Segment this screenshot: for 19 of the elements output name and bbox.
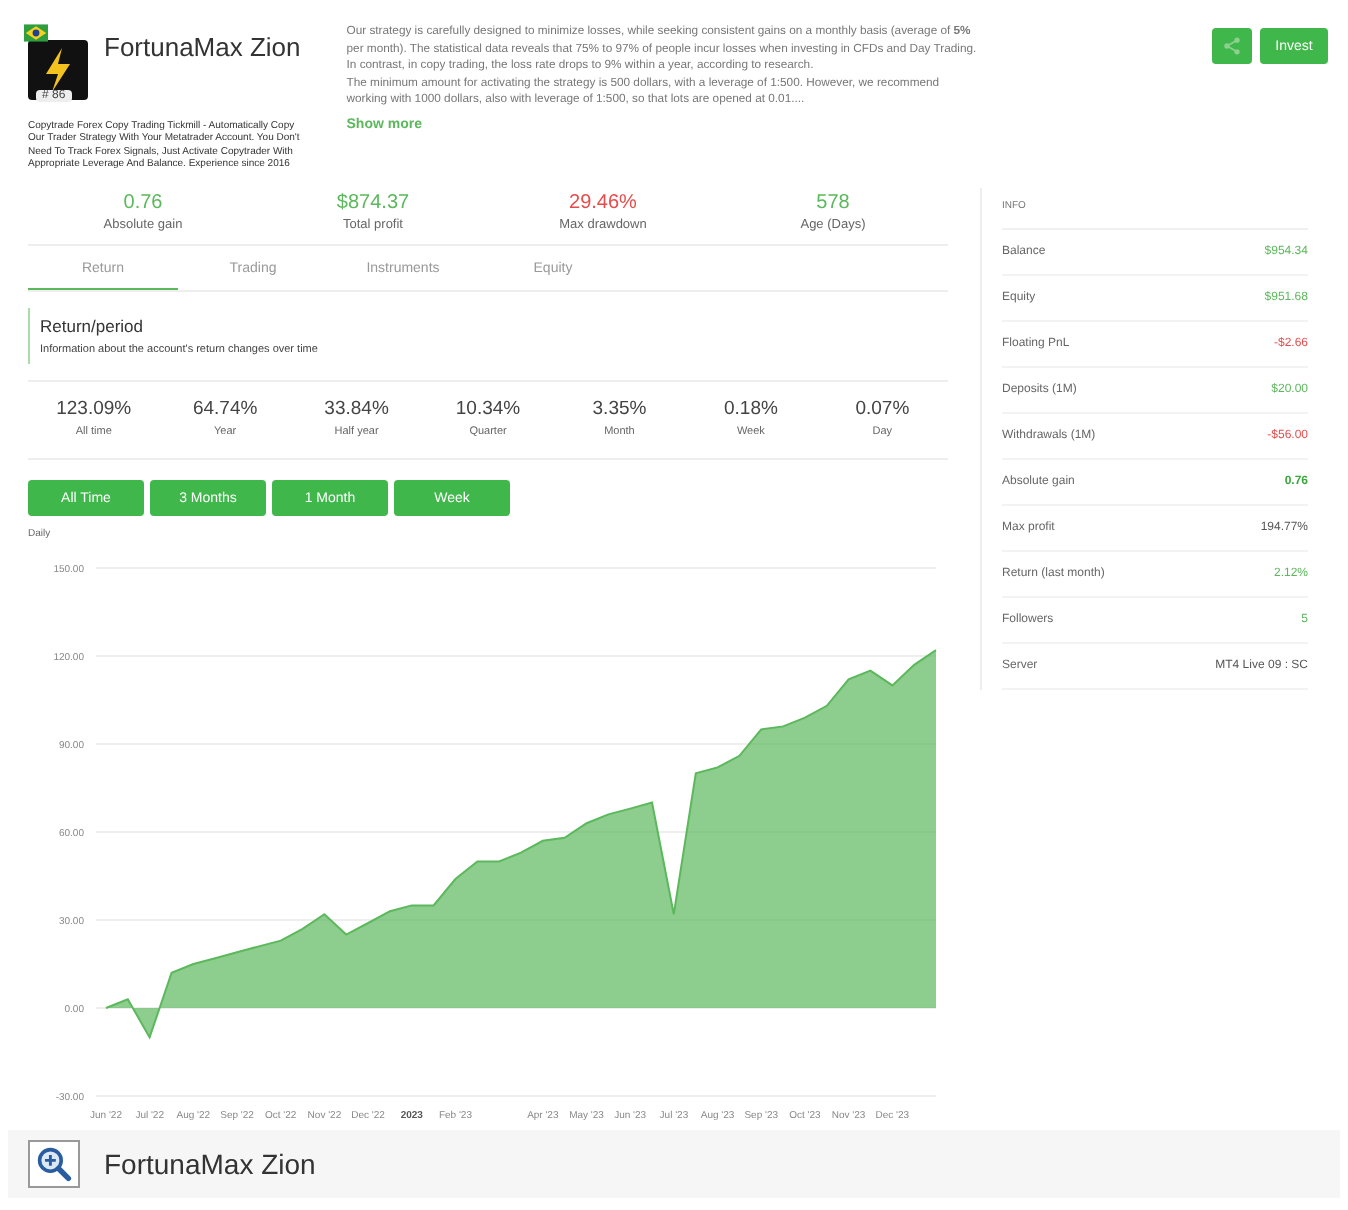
trader-name: FortunaMax Zion — [104, 32, 301, 62]
caption-title: FortunaMax Zion — [104, 1148, 316, 1180]
magnifier-icon — [36, 1146, 72, 1182]
return-value: 123.09% — [56, 398, 132, 420]
stat-value: 578 — [816, 192, 850, 214]
return-value: 64.74% — [192, 398, 258, 420]
flag-icon — [24, 24, 48, 42]
zoom-button[interactable] — [28, 1140, 80, 1188]
section-title: Return/period — [40, 316, 146, 336]
share-icon — [1222, 36, 1242, 56]
return-value: 0.07% — [855, 398, 910, 420]
return-value: 0.18% — [723, 398, 778, 420]
return-value: 33.84% — [324, 398, 389, 420]
stat-value: $874.37 — [336, 192, 410, 214]
lightning-avatar-icon — [28, 40, 88, 100]
return-value: 3.35% — [592, 398, 647, 420]
stat-value: 0.76 — [123, 192, 163, 214]
return-value: 10.34% — [455, 398, 521, 420]
stat-value: 29.46% — [569, 192, 637, 214]
